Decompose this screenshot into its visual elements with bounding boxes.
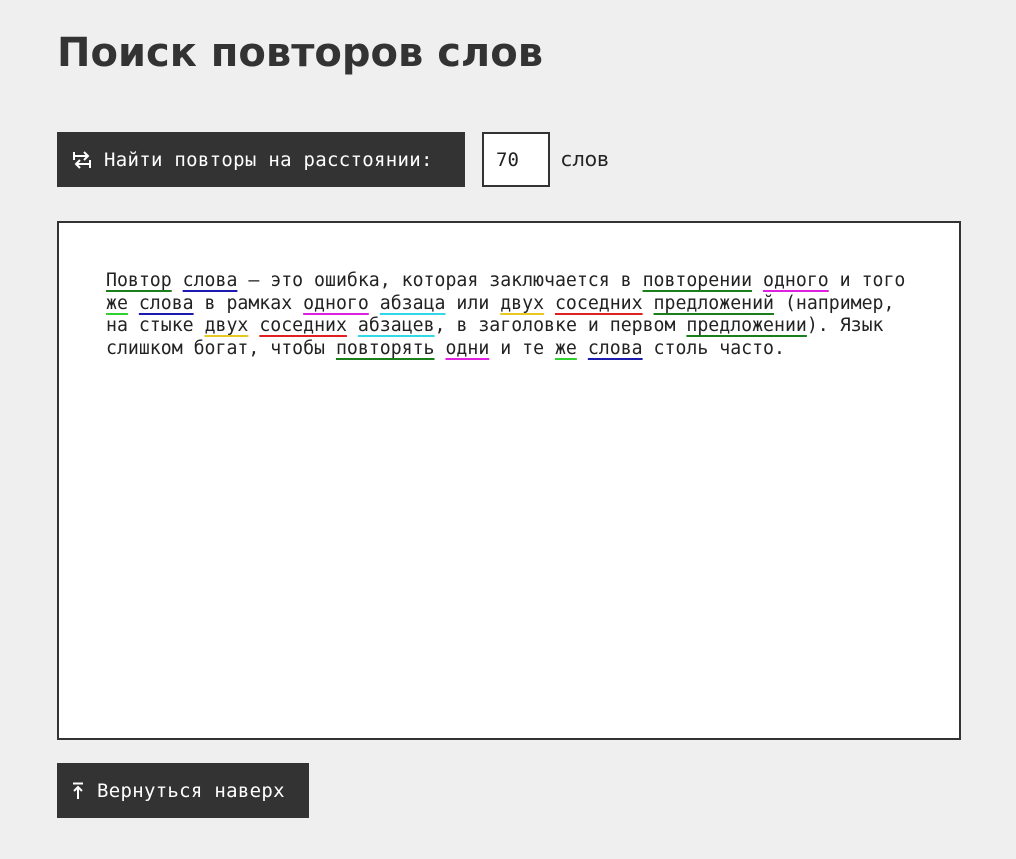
text-fragment: [752, 270, 763, 291]
repeated-word: двух: [204, 315, 249, 336]
repeated-word: соседних: [554, 292, 643, 314]
text-fragment: и того: [828, 270, 906, 291]
text-fragment: [128, 293, 139, 314]
arrow-up-to-line-icon: [71, 781, 85, 801]
find-repeats-button-label: Найти повторы на расстоянии:: [104, 148, 433, 171]
repeated-word: двух: [500, 292, 545, 314]
text-fragment: [435, 338, 446, 359]
text-fragment: [577, 338, 588, 359]
repeated-word: повторении: [642, 270, 753, 291]
find-repeats-button[interactable]: Найти повторы на расстоянии:: [57, 132, 465, 187]
distance-input[interactable]: [482, 132, 550, 187]
text-fragment: или: [445, 292, 501, 314]
repeated-word: одного: [303, 292, 369, 314]
repeated-word: предложений: [653, 292, 774, 314]
repeated-word: одни: [445, 337, 490, 359]
repeated-word: предложении: [686, 315, 807, 336]
repeated-word: Повтор: [106, 270, 172, 291]
repeated-word: слова: [587, 337, 643, 359]
repeated-word: соседних: [259, 315, 347, 336]
text-fragment: [347, 315, 358, 336]
text-fragment: , в заголовке и первом: [434, 315, 687, 336]
repeated-word: же: [106, 292, 128, 314]
repeated-word: же: [554, 337, 577, 359]
swap-arrows-icon: [72, 150, 92, 170]
text-fragment: [369, 293, 380, 314]
text-fragment: [643, 293, 654, 314]
text-fragment: столь часто.: [642, 337, 785, 359]
repeated-word: повторять: [335, 337, 435, 359]
repeated-word: слова: [182, 270, 238, 291]
text-fragment: и те: [489, 337, 555, 359]
repeated-word: одного: [763, 270, 829, 291]
text-fragment: — это ошибка, которая заключается в: [237, 270, 643, 291]
back-to-top-label: Вернуться наверх: [97, 779, 285, 802]
text-fragment: [248, 315, 259, 336]
repeated-word: абзаца: [379, 292, 446, 314]
back-to-top-button[interactable]: Вернуться наверх: [57, 763, 309, 818]
text-fragment: [172, 270, 183, 291]
text-editor[interactable]: Повтор слова — это ошибка, которая заклю…: [57, 221, 961, 740]
repeated-word: абзацев: [357, 315, 435, 336]
page-title: Поиск повторов слов: [57, 30, 544, 76]
text-fragment: в рамках: [193, 292, 304, 314]
distance-unit-label: слов: [561, 147, 609, 171]
text-fragment: [544, 293, 555, 314]
repeated-word: слова: [138, 292, 194, 314]
